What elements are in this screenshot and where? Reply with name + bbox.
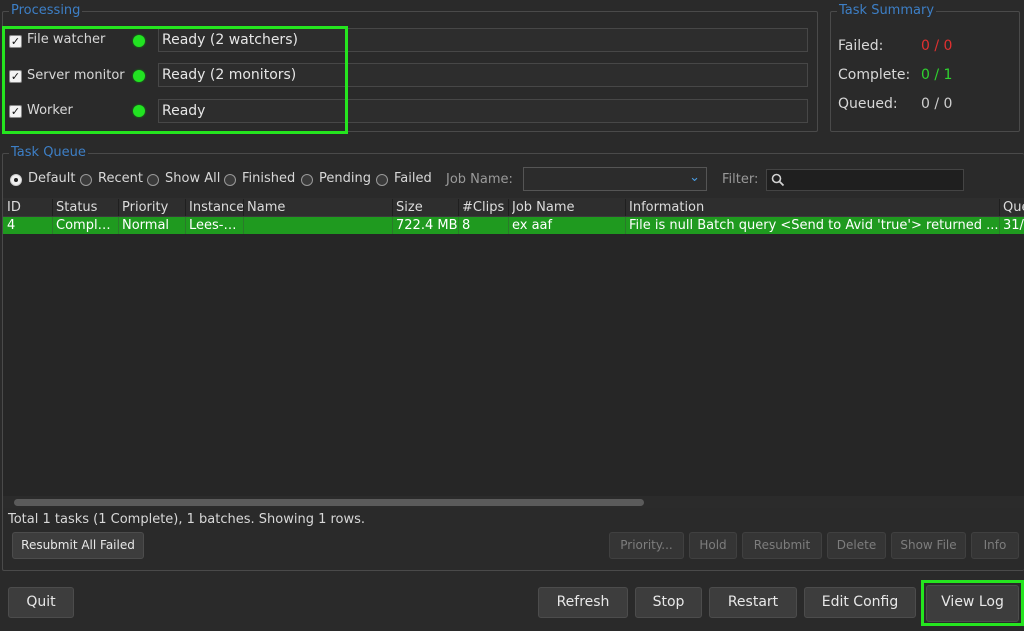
cell-job-name: ex aaf bbox=[512, 218, 553, 233]
stop-button[interactable]: Stop bbox=[635, 587, 702, 618]
cell-id: 4 bbox=[7, 218, 16, 233]
quit-button[interactable]: Quit bbox=[8, 587, 74, 618]
job-name-label: Job Name: bbox=[446, 172, 513, 187]
filter-input[interactable] bbox=[766, 169, 964, 191]
chevron-down-icon: ⌄ bbox=[689, 170, 700, 185]
col-header-information[interactable]: Information bbox=[629, 199, 704, 216]
filter-label-failed: Failed bbox=[394, 171, 432, 186]
failed-value: 0 / 0 bbox=[921, 38, 953, 54]
delete-button[interactable]: Delete bbox=[827, 532, 886, 559]
cell-queued: 31/ bbox=[1003, 218, 1024, 233]
edit-config-button[interactable]: Edit Config bbox=[804, 587, 916, 618]
col-header-status[interactable]: Status bbox=[56, 199, 97, 216]
filter-label-recent: Recent bbox=[98, 171, 143, 186]
col-header-priority[interactable]: Priority bbox=[122, 199, 168, 216]
filter-label-default: Default bbox=[28, 171, 76, 186]
col-header-instance[interactable]: Instance bbox=[189, 199, 244, 216]
filter-radio-failed[interactable] bbox=[376, 174, 388, 186]
col-header-clips[interactable]: #Clips bbox=[462, 199, 504, 216]
cell-status: Complete bbox=[56, 218, 118, 233]
filter-label-show-all: Show All bbox=[165, 171, 221, 186]
view-log-highlight bbox=[921, 580, 1024, 626]
cell-clips: 8 bbox=[462, 218, 471, 233]
resubmit-all-failed-button[interactable]: Resubmit All Failed bbox=[12, 532, 144, 559]
refresh-button[interactable]: Refresh bbox=[538, 587, 628, 618]
filter-radio-pending[interactable] bbox=[301, 174, 313, 186]
complete-value: 0 / 1 bbox=[921, 67, 953, 83]
show-file-button[interactable]: Show File bbox=[891, 532, 966, 559]
col-header-job-name[interactable]: Job Name bbox=[512, 199, 575, 216]
processing-highlight bbox=[2, 26, 348, 134]
task-summary-legend: Task Summary bbox=[837, 3, 937, 19]
job-name-dropdown[interactable]: ⌄ bbox=[523, 167, 707, 191]
col-header-name[interactable]: Name bbox=[247, 199, 285, 216]
cell-name bbox=[247, 217, 392, 234]
restart-button[interactable]: Restart bbox=[709, 587, 797, 618]
task-queue-legend: Task Queue bbox=[9, 145, 88, 161]
col-header-queued[interactable]: Que bbox=[1003, 199, 1024, 216]
task-table bbox=[3, 198, 1024, 496]
processing-legend: Processing bbox=[9, 3, 83, 19]
info-button[interactable]: Info bbox=[971, 532, 1019, 559]
filter-radio-recent[interactable] bbox=[80, 174, 92, 186]
hold-button[interactable]: Hold bbox=[689, 532, 737, 559]
queue-summary-text: Total 1 tasks (1 Complete), 1 batches. S… bbox=[8, 512, 366, 527]
cell-priority: Normal bbox=[122, 218, 170, 233]
filter-label: Filter: bbox=[722, 172, 759, 187]
queued-value: 0 / 0 bbox=[921, 96, 953, 112]
cell-instance: Lees-… bbox=[189, 218, 237, 233]
filter-radio-default[interactable] bbox=[10, 174, 22, 186]
failed-label: Failed: bbox=[838, 38, 884, 54]
col-header-size[interactable]: Size bbox=[396, 199, 423, 216]
filter-radio-finished[interactable] bbox=[224, 174, 236, 186]
resubmit-button[interactable]: Resubmit bbox=[742, 532, 822, 559]
search-icon bbox=[771, 173, 785, 187]
filter-radio-show-all[interactable] bbox=[147, 174, 159, 186]
complete-label: Complete: bbox=[838, 67, 911, 83]
cell-information: File is null Batch query <Send to Avid '… bbox=[629, 218, 999, 233]
horizontal-scrollbar-thumb[interactable] bbox=[14, 499, 644, 506]
cell-size: 722.4 MB bbox=[396, 218, 458, 233]
filter-label-finished: Finished bbox=[242, 171, 296, 186]
queued-label: Queued: bbox=[838, 96, 898, 112]
priority-button[interactable]: Priority... bbox=[609, 532, 684, 559]
filter-label-pending: Pending bbox=[319, 171, 371, 186]
col-header-id[interactable]: ID bbox=[7, 199, 21, 216]
